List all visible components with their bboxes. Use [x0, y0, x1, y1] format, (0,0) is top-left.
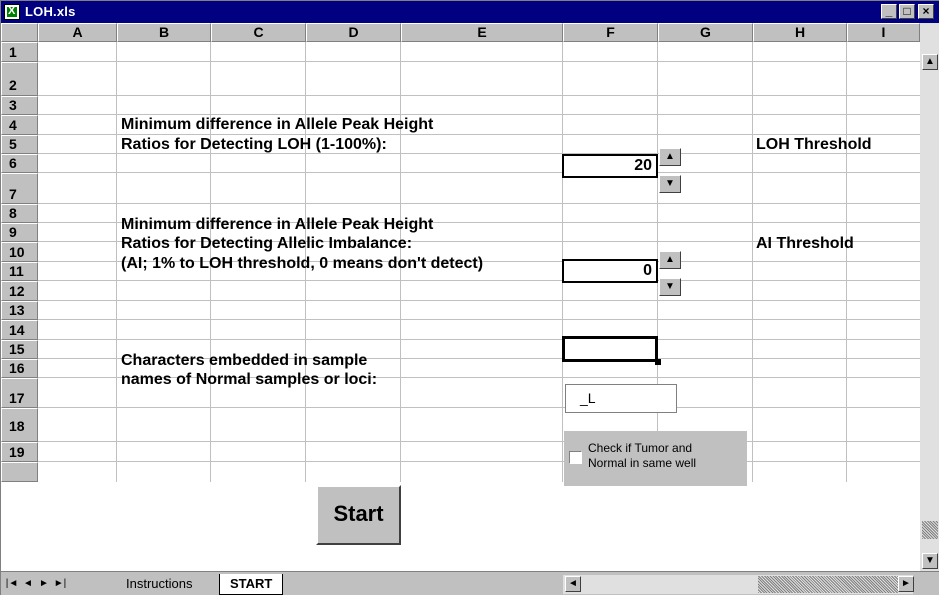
restore-button[interactable]: □ [899, 4, 915, 19]
sheet-tab-instructions[interactable]: Instructions [116, 574, 202, 594]
gridline [38, 461, 920, 462]
scroll-down-button[interactable]: ▼ [922, 553, 938, 569]
cell-b13-text: names of Normal samples or loci: [121, 371, 378, 388]
gridline [38, 319, 920, 320]
same-well-label-line2: Normal in same well [588, 456, 697, 470]
row-header-1[interactable]: 1 [1, 42, 38, 62]
minimize-button[interactable]: _ [881, 4, 897, 19]
spreadsheet-grid: A B C D E F G H I 1 2 3 4 5 6 7 8 9 10 1… [1, 23, 920, 571]
column-header-h[interactable]: H [753, 23, 847, 42]
ai-spin-up-button[interactable]: ▲ [659, 251, 681, 269]
row-header-8[interactable]: 8 [1, 204, 38, 223]
column-header-i[interactable]: I [847, 23, 920, 42]
gridline [38, 95, 920, 96]
row-header-16[interactable]: 16 [1, 359, 38, 378]
window-title: LOH.xls [25, 4, 76, 19]
excel-window: LOH.xls _ □ × A B C D E F G H I 1 2 3 4 … [0, 0, 939, 595]
vertical-scrollbar[interactable]: ▲ ▼ [920, 23, 939, 571]
row-header-5[interactable]: 5 [1, 135, 38, 154]
horizontal-scroll-track[interactable] [758, 576, 898, 593]
cell-b9-text: (AI; 1% to LOH threshold, 0 means don't … [121, 255, 484, 272]
gridline [38, 172, 920, 173]
vertical-scroll-thumb[interactable] [922, 521, 938, 539]
row-header-4[interactable]: 4 [1, 115, 38, 135]
sheet-tab-start[interactable]: START [219, 574, 284, 595]
close-button[interactable]: × [918, 4, 934, 19]
row-header-18[interactable]: 18 [1, 408, 38, 442]
ai-threshold-label: AI Threshold [756, 235, 854, 252]
cell-b3-text: Minimum difference in Allele Peak Height [121, 116, 434, 133]
start-button[interactable]: Start [316, 485, 401, 545]
gridline [38, 61, 920, 62]
loh-spin-down-button[interactable]: ▼ [659, 175, 681, 193]
normal-chars-input[interactable]: _L [565, 384, 677, 413]
scroll-up-button[interactable]: ▲ [922, 54, 938, 70]
last-sheet-button[interactable]: ►| [53, 576, 67, 592]
column-header-d[interactable]: D [306, 23, 401, 42]
sheet-tab-bar: |◄ ◄ ► ►| Instructions START ◄ ► [1, 571, 939, 595]
cell-b4-text: Ratios for Detecting LOH (1-100%): [121, 136, 387, 153]
column-header-e[interactable]: E [401, 23, 563, 42]
row-header-17[interactable]: 17 [1, 378, 38, 408]
same-well-checkbox[interactable] [569, 451, 582, 464]
select-all-corner[interactable] [1, 23, 38, 42]
row-header-15[interactable]: 15 [1, 340, 38, 359]
row-header-6[interactable]: 6 [1, 154, 38, 173]
column-header-c[interactable]: C [211, 23, 306, 42]
row-header-11[interactable]: 11 [1, 262, 38, 281]
gridline [752, 42, 753, 482]
cell-b12-text: Characters embedded in sample [121, 352, 368, 369]
row-header-19[interactable]: 19 [1, 442, 38, 462]
cell-b8-text: Ratios for Detecting Allelic Imbalance: [121, 235, 413, 252]
row-header-7[interactable]: 7 [1, 173, 38, 204]
active-cell-f11[interactable] [562, 336, 658, 362]
ai-threshold-input[interactable]: 0 [562, 259, 658, 283]
column-header-b[interactable]: B [117, 23, 211, 42]
fill-handle[interactable] [655, 359, 661, 365]
previous-sheet-button[interactable]: ◄ [21, 576, 35, 592]
gridline [846, 42, 847, 482]
scroll-left-button[interactable]: ◄ [565, 576, 581, 592]
row-header-20[interactable] [1, 462, 38, 482]
first-sheet-button[interactable]: |◄ [5, 576, 19, 592]
column-header-f[interactable]: F [563, 23, 658, 42]
gridline [116, 42, 117, 482]
row-header-10[interactable]: 10 [1, 242, 38, 262]
excel-file-icon [4, 4, 20, 20]
loh-spin-up-button[interactable]: ▲ [659, 148, 681, 166]
gridline [38, 407, 920, 408]
row-header-13[interactable]: 13 [1, 301, 38, 320]
gridline [38, 280, 920, 281]
loh-threshold-label: LOH Threshold [756, 136, 872, 153]
cell-b7-text: Minimum difference in Allele Peak Height [121, 216, 434, 233]
row-header-2[interactable]: 2 [1, 62, 38, 96]
ai-spin-down-button[interactable]: ▼ [659, 278, 681, 296]
same-well-label-line1: Check if Tumor and [588, 441, 693, 455]
scroll-right-button[interactable]: ► [898, 576, 914, 592]
next-sheet-button[interactable]: ► [37, 576, 51, 592]
row-header-12[interactable]: 12 [1, 281, 38, 301]
gridline [38, 300, 920, 301]
column-header-g[interactable]: G [658, 23, 753, 42]
row-header-14[interactable]: 14 [1, 320, 38, 340]
gridline [38, 441, 920, 442]
row-header-3[interactable]: 3 [1, 96, 38, 115]
gridline [38, 203, 920, 204]
column-header-a[interactable]: A [38, 23, 117, 42]
gridline [38, 339, 920, 340]
loh-threshold-input[interactable]: 20 [562, 154, 658, 178]
same-well-option: Check if Tumor and Normal in same well [564, 431, 747, 486]
horizontal-scrollbar[interactable]: ◄ ► [563, 575, 914, 594]
row-header-9[interactable]: 9 [1, 223, 38, 242]
title-bar: LOH.xls _ □ × [1, 1, 939, 23]
